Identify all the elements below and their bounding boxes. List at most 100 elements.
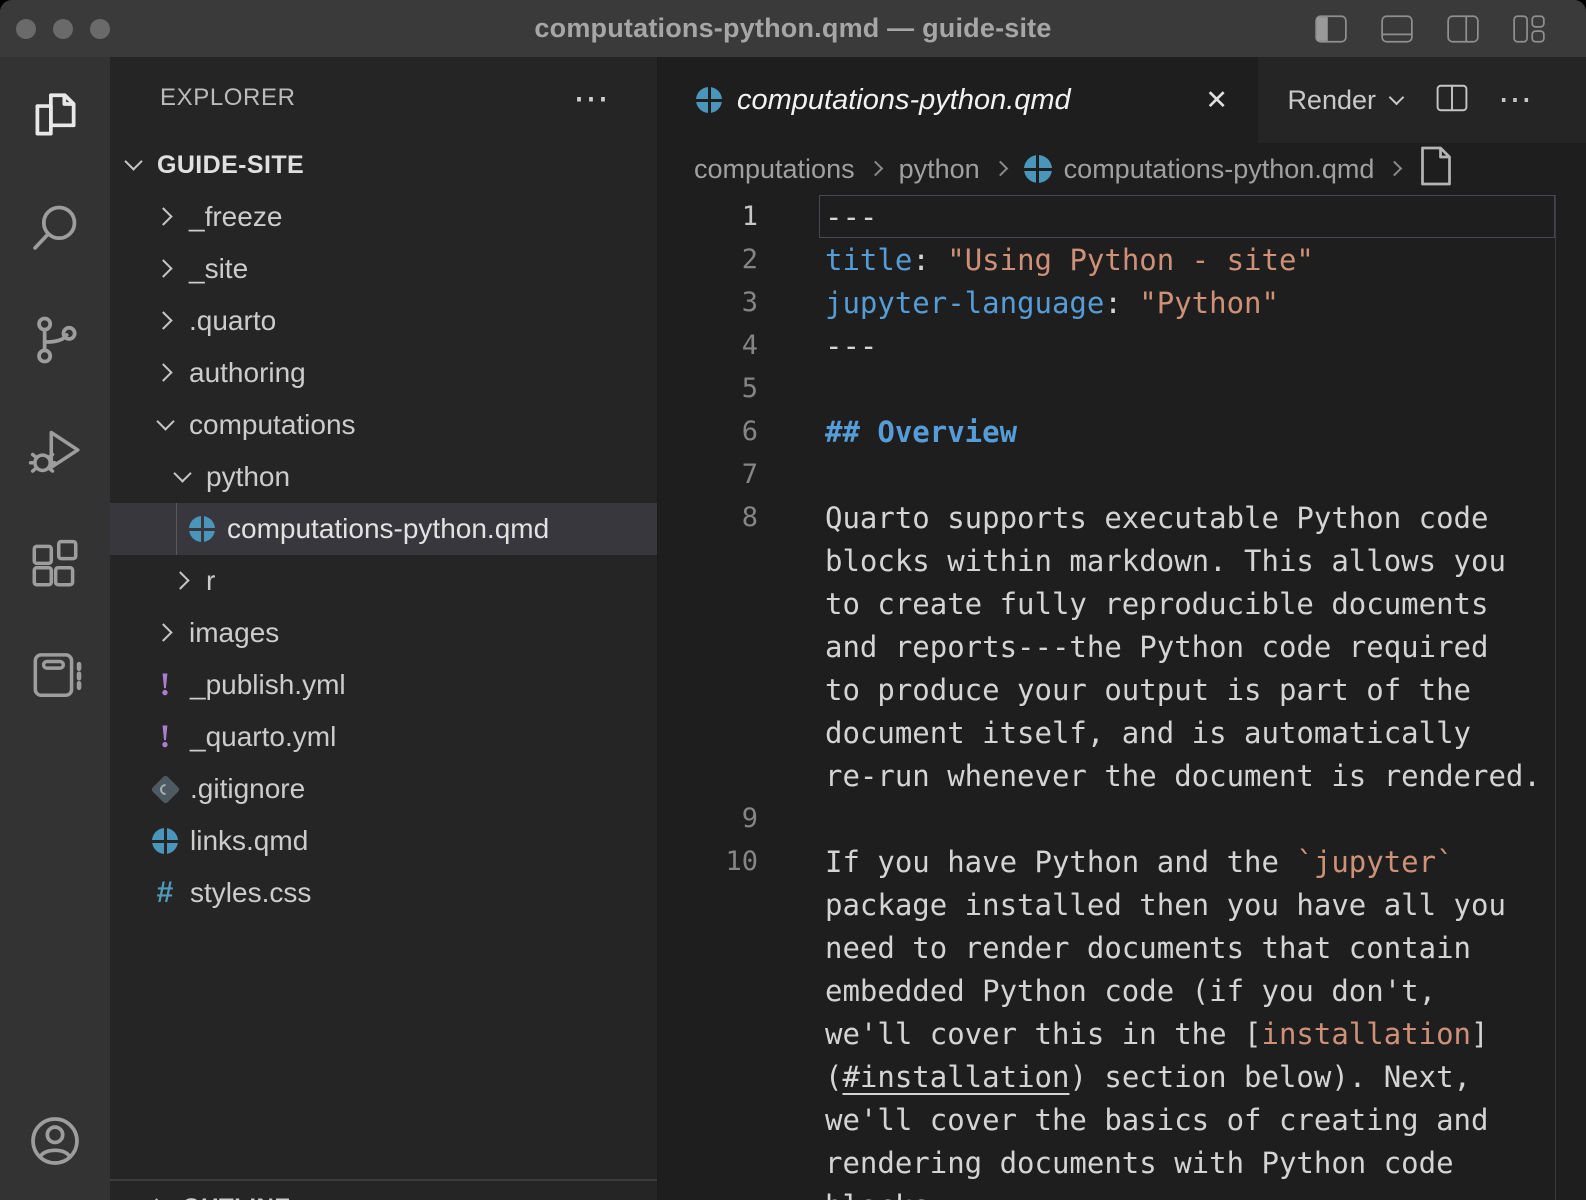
breadcrumb-separator-icon	[867, 159, 887, 179]
code-line[interactable]: (#installation) section below). Next,	[658, 1055, 1586, 1098]
line-number: 3	[658, 287, 758, 318]
source-control-icon[interactable]	[26, 311, 84, 369]
code-line[interactable]: 7	[658, 453, 1586, 496]
tree-item-label: _site	[189, 253, 248, 285]
code-text: Quarto supports executable Python code	[758, 501, 1488, 535]
code-line[interactable]: 3jupyter-language: "Python"	[658, 281, 1586, 324]
code-line[interactable]: rendering documents with Python code	[658, 1141, 1586, 1184]
code-line[interactable]: 6## Overview	[658, 410, 1586, 453]
tree-item-label: styles.css	[190, 877, 311, 909]
tree-item-authoring[interactable]: authoring	[110, 347, 657, 399]
tree-item--site[interactable]: _site	[110, 243, 657, 295]
breadcrumb: computations python computations-python.qm…	[658, 143, 1586, 195]
code-editor[interactable]: 1---2title: "Using Python - site"3jupyte…	[658, 195, 1586, 1200]
tree-item-r[interactable]: r	[110, 555, 657, 607]
code-line[interactable]: 5	[658, 367, 1586, 410]
editor-more-actions-icon[interactable]: ⋯	[1498, 90, 1532, 110]
indent-guide	[176, 503, 177, 555]
code-line[interactable]: 8Quarto supports executable Python code	[658, 496, 1586, 539]
customize-layout-icon[interactable]	[1512, 15, 1546, 43]
tree-item-links-qmd[interactable]: links.qmd	[110, 815, 657, 867]
git-diamond-icon	[150, 774, 180, 804]
toggle-primary-sidebar-icon[interactable]	[1314, 15, 1348, 43]
split-editor-icon[interactable]	[1436, 84, 1468, 117]
explorer-header: EXPLORER ⋯	[110, 57, 657, 139]
code-line[interactable]: and reports---the Python code required	[658, 625, 1586, 668]
toggle-panel-icon[interactable]	[1380, 15, 1414, 43]
tab-computations-python[interactable]: computations-python.qmd ✕	[658, 57, 1258, 143]
chevron-right-icon	[155, 622, 177, 644]
tree-item-computations[interactable]: computations	[110, 399, 657, 451]
code-line[interactable]: 2title: "Using Python - site"	[658, 238, 1586, 281]
code-line[interactable]: we'll cover the basics of creating and	[658, 1098, 1586, 1141]
account-icon[interactable]	[26, 1112, 84, 1170]
chevron-right-icon	[155, 362, 177, 384]
quarto-logo-icon	[152, 828, 178, 854]
chevron-down-icon	[1388, 91, 1406, 109]
tree-item--gitignore[interactable]: .gitignore	[110, 763, 657, 815]
code-line[interactable]: document itself, and is automatically	[658, 711, 1586, 754]
tree-item-label: _freeze	[189, 201, 282, 233]
code-text: blocks within markdown. This allows you	[758, 544, 1506, 578]
extensions-icon[interactable]	[26, 535, 84, 593]
toggle-secondary-sidebar-icon[interactable]	[1446, 15, 1480, 43]
code-line[interactable]: 4---	[658, 324, 1586, 367]
explorer-more-actions-icon[interactable]: ⋯	[573, 88, 609, 108]
code-text: (#installation) section below). Next,	[758, 1060, 1471, 1094]
tree-item-label: images	[189, 617, 279, 649]
line-number: 5	[658, 373, 758, 404]
tree-item-label: python	[206, 461, 290, 493]
tree-item-label: r	[206, 565, 215, 597]
tree-item-python[interactable]: python	[110, 451, 657, 503]
code-line[interactable]: to create fully reproducible documents	[658, 582, 1586, 625]
tree-item-images[interactable]: images	[110, 607, 657, 659]
line-number: 9	[658, 803, 758, 834]
tab-label: computations-python.qmd	[737, 84, 1071, 117]
outline-title: OUTLINE	[182, 1194, 291, 1200]
line-number: 4	[658, 330, 758, 361]
outline-section[interactable]: OUTLINE	[110, 1179, 657, 1200]
tree-item--quarto[interactable]: .quarto	[110, 295, 657, 347]
line-number: 7	[658, 459, 758, 490]
code-line[interactable]: 9	[658, 797, 1586, 840]
code-line[interactable]: 1---	[658, 195, 1586, 238]
breadcrumb-item[interactable]: python	[899, 154, 980, 185]
code-text: package installed then you have all you	[758, 888, 1506, 922]
notebook-icon[interactable]	[26, 647, 84, 705]
tree-item--quarto-yml[interactable]: !_quarto.yml	[110, 711, 657, 763]
tree-item-label: authoring	[189, 357, 306, 389]
code-text: ---	[758, 200, 877, 234]
breadcrumb-item[interactable]: computations	[694, 154, 855, 185]
code-line[interactable]: re-run whenever the document is rendered…	[658, 754, 1586, 797]
file-tree: GUIDE-SITE _freeze _site .quarto authoring co…	[110, 139, 657, 919]
git-file-icon	[150, 774, 180, 804]
tree-item-guide-site[interactable]: GUIDE-SITE	[110, 139, 657, 191]
explorer-icon[interactable]	[26, 87, 84, 145]
code-line[interactable]: package installed then you have all you	[658, 883, 1586, 926]
code-line[interactable]: blocks.	[658, 1184, 1586, 1200]
run-debug-icon[interactable]	[26, 423, 84, 481]
document-icon	[1418, 145, 1454, 194]
code-line[interactable]: we'll cover this in the [installation]	[658, 1012, 1586, 1055]
quarto-logo-icon	[189, 516, 215, 542]
css-file-icon: #	[150, 878, 180, 908]
code-line[interactable]: need to render documents that contain	[658, 926, 1586, 969]
code-line[interactable]: 10If you have Python and the `jupyter`	[658, 840, 1586, 883]
code-text: to produce your output is part of the	[758, 673, 1471, 707]
tree-item-computations-python-qmd[interactable]: computations-python.qmd	[110, 503, 657, 555]
search-icon[interactable]	[26, 199, 84, 257]
activity-bar	[0, 57, 110, 1200]
breadcrumb-separator-icon	[1386, 159, 1406, 179]
tree-item--publish-yml[interactable]: !_publish.yml	[110, 659, 657, 711]
code-line[interactable]: to produce your output is part of the	[658, 668, 1586, 711]
code-line[interactable]: embedded Python code (if you don't,	[658, 969, 1586, 1012]
close-tab-icon[interactable]: ✕	[1201, 83, 1232, 118]
chevron-down-icon	[172, 466, 194, 488]
tree-item--freeze[interactable]: _freeze	[110, 191, 657, 243]
code-line[interactable]: blocks within markdown. This allows you	[658, 539, 1586, 582]
tree-item-label: .gitignore	[190, 773, 305, 805]
tree-item-styles-css[interactable]: # styles.css	[110, 867, 657, 919]
render-button[interactable]: Render	[1287, 85, 1406, 116]
breadcrumb-item[interactable]: computations-python.qmd	[1064, 154, 1375, 185]
code-text: we'll cover this in the [installation]	[758, 1017, 1488, 1051]
